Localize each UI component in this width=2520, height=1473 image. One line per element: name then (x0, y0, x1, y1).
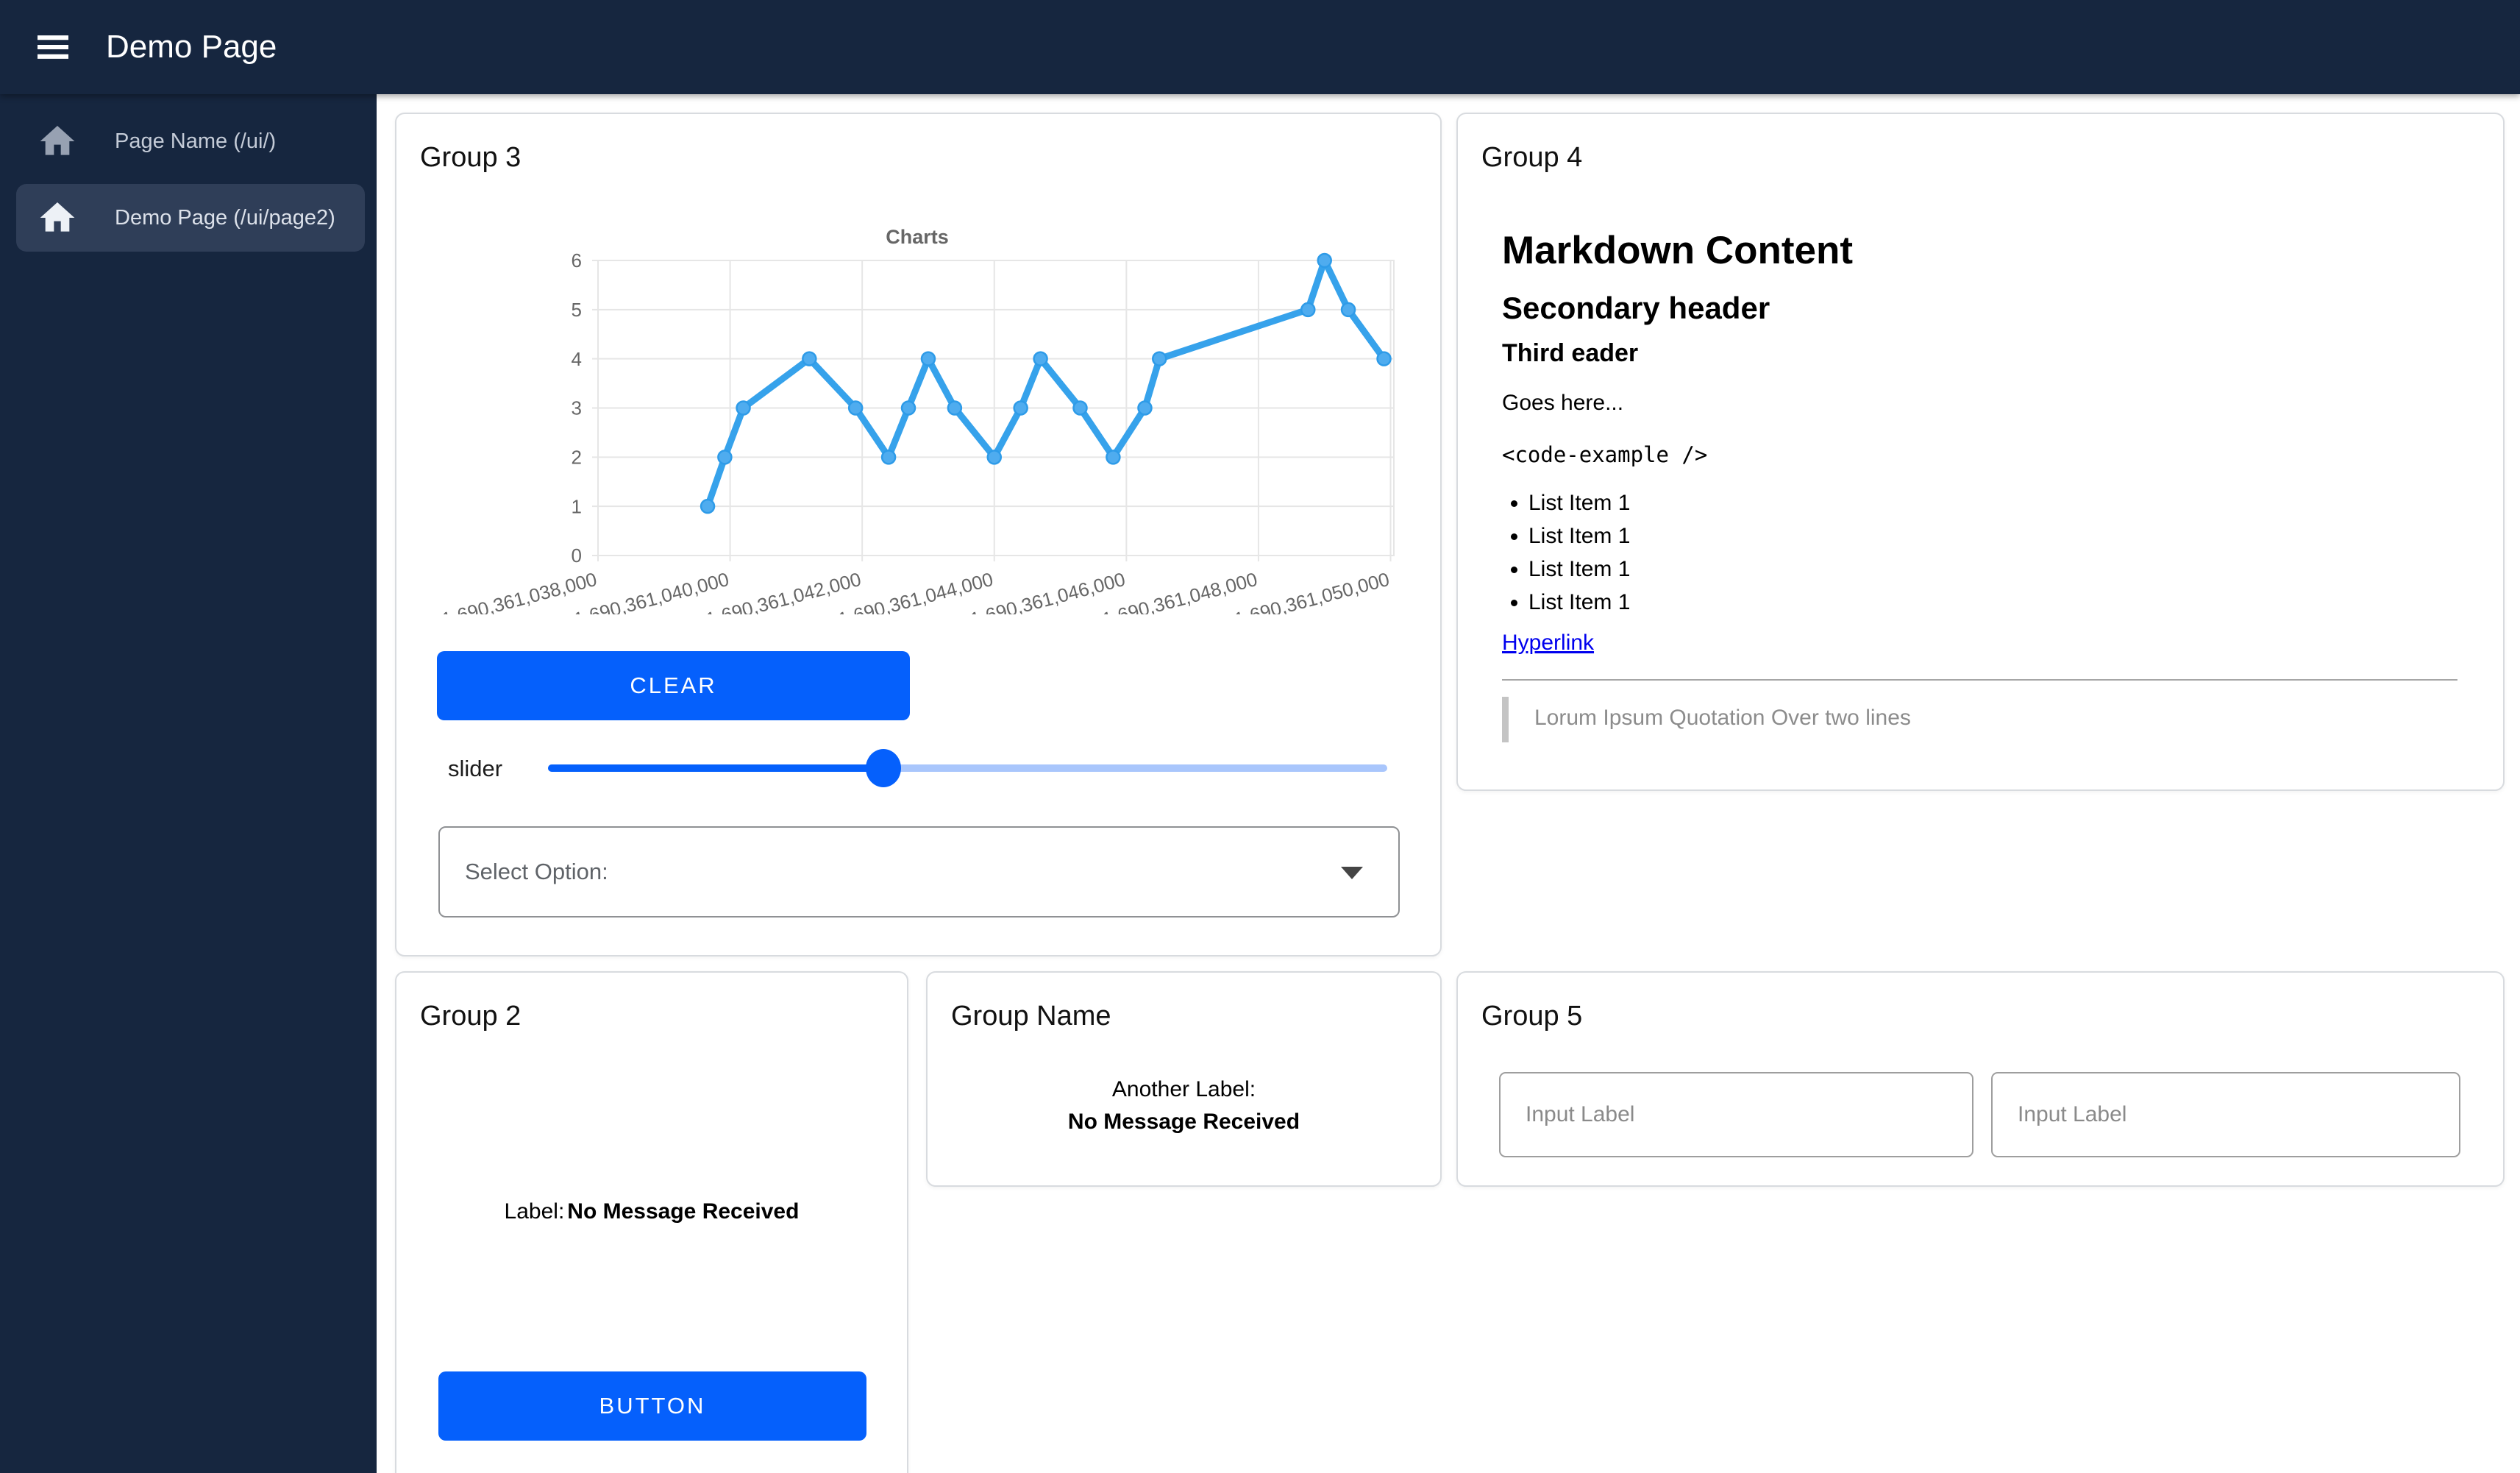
dropdown-caret-icon (1341, 867, 1363, 879)
svg-text:5: 5 (572, 299, 582, 321)
group2-title: Group 2 (420, 1001, 521, 1032)
markdown-code: <code-example /> (1502, 442, 1707, 467)
group-name-card: Group Name Another Label: No Message Rec… (926, 971, 1442, 1187)
svg-text:1,690,361,042,000: 1,690,361,042,000 (703, 568, 863, 614)
sidebar: Page Name (/ui/) Demo Page (/ui/page2) (0, 94, 377, 1473)
message-value: No Message Received (567, 1199, 799, 1224)
app-root: Demo Page Page Name (/ui/) Demo Page (/u… (0, 0, 2520, 1473)
svg-text:1,690,361,044,000: 1,690,361,044,000 (836, 568, 995, 614)
hamburger-menu-icon[interactable] (32, 26, 74, 68)
markdown-content: Markdown Content Secondary header Third … (1502, 114, 2457, 776)
svg-text:1: 1 (572, 495, 582, 517)
horizontal-rule (1502, 679, 2457, 681)
group2-message: Label:No Message Received (396, 1199, 907, 1224)
message-label: Label: (505, 1199, 565, 1224)
markdown-list-item: List Item 1 (1528, 491, 1630, 516)
group5-card: Group 5 (1456, 971, 2505, 1187)
sidebar-item-page-name[interactable]: Page Name (/ui/) (16, 107, 365, 175)
svg-text:1,690,361,050,000: 1,690,361,050,000 (1232, 568, 1392, 614)
group4-card: Group 4 Markdown Content Secondary heade… (1456, 113, 2505, 791)
markdown-list: List Item 1 List Item 1 List Item 1 List It… (1502, 491, 1630, 623)
page-title: Demo Page (106, 0, 277, 94)
blockquote-text: Lorum Ipsum Quotation Over two lines (1534, 706, 1911, 731)
group2-card: Group 2 Label:No Message Received BUTTON (395, 971, 908, 1473)
input-field-1[interactable] (1499, 1072, 1973, 1157)
sidebar-item-demo-page[interactable]: Demo Page (/ui/page2) (16, 184, 365, 252)
slider-track[interactable] (548, 764, 1387, 772)
input-field-2[interactable] (1991, 1072, 2460, 1157)
slider-thumb[interactable] (866, 749, 901, 787)
markdown-h1: Markdown Content (1502, 228, 1853, 273)
line-chart[interactable]: Charts01234561,690,361,038,0001,690,361,… (435, 217, 1400, 614)
markdown-paragraph: Goes here... (1502, 391, 1623, 416)
clear-button[interactable]: CLEAR (437, 651, 910, 720)
svg-text:2: 2 (572, 446, 582, 468)
slider-label: slider (448, 756, 502, 782)
markdown-list-item: List Item 1 (1528, 590, 1630, 615)
another-label: Another Label: (928, 1077, 1440, 1102)
select-option-dropdown[interactable]: Select Option: (438, 826, 1400, 917)
home-icon (37, 197, 78, 238)
another-label-value: No Message Received (928, 1110, 1440, 1135)
svg-text:4: 4 (572, 348, 582, 370)
markdown-list-item: List Item 1 (1528, 557, 1630, 582)
sidebar-item-label: Demo Page (/ui/page2) (115, 206, 335, 230)
svg-text:1,690,361,048,000: 1,690,361,048,000 (1100, 568, 1259, 614)
markdown-list-item: List Item 1 (1528, 524, 1630, 549)
group5-title: Group 5 (1481, 1001, 1582, 1032)
top-navbar: Demo Page (0, 0, 2520, 94)
group3-card: Group 3 Charts01234561,690,361,038,0001,… (395, 113, 1442, 956)
svg-text:1,690,361,046,000: 1,690,361,046,000 (968, 568, 1128, 614)
hyperlink[interactable]: Hyperlink (1502, 631, 1594, 656)
svg-text:1,690,361,040,000: 1,690,361,040,000 (572, 568, 731, 614)
svg-text:1,690,361,038,000: 1,690,361,038,000 (439, 568, 599, 614)
blockquote-bar (1502, 697, 1509, 742)
svg-text:0: 0 (572, 544, 582, 567)
svg-text:Charts: Charts (886, 226, 949, 248)
svg-text:6: 6 (572, 249, 582, 271)
svg-text:3: 3 (572, 397, 582, 419)
markdown-h3: Third eader (1502, 339, 1638, 368)
markdown-h2: Secondary header (1502, 291, 1770, 326)
slider-fill (548, 764, 883, 772)
sidebar-item-label: Page Name (/ui/) (115, 129, 276, 154)
group-name-title: Group Name (951, 1001, 1111, 1032)
group2-button[interactable]: BUTTON (438, 1371, 866, 1441)
select-label: Select Option: (465, 859, 608, 885)
home-icon (37, 121, 78, 162)
group3-title: Group 3 (420, 142, 521, 174)
